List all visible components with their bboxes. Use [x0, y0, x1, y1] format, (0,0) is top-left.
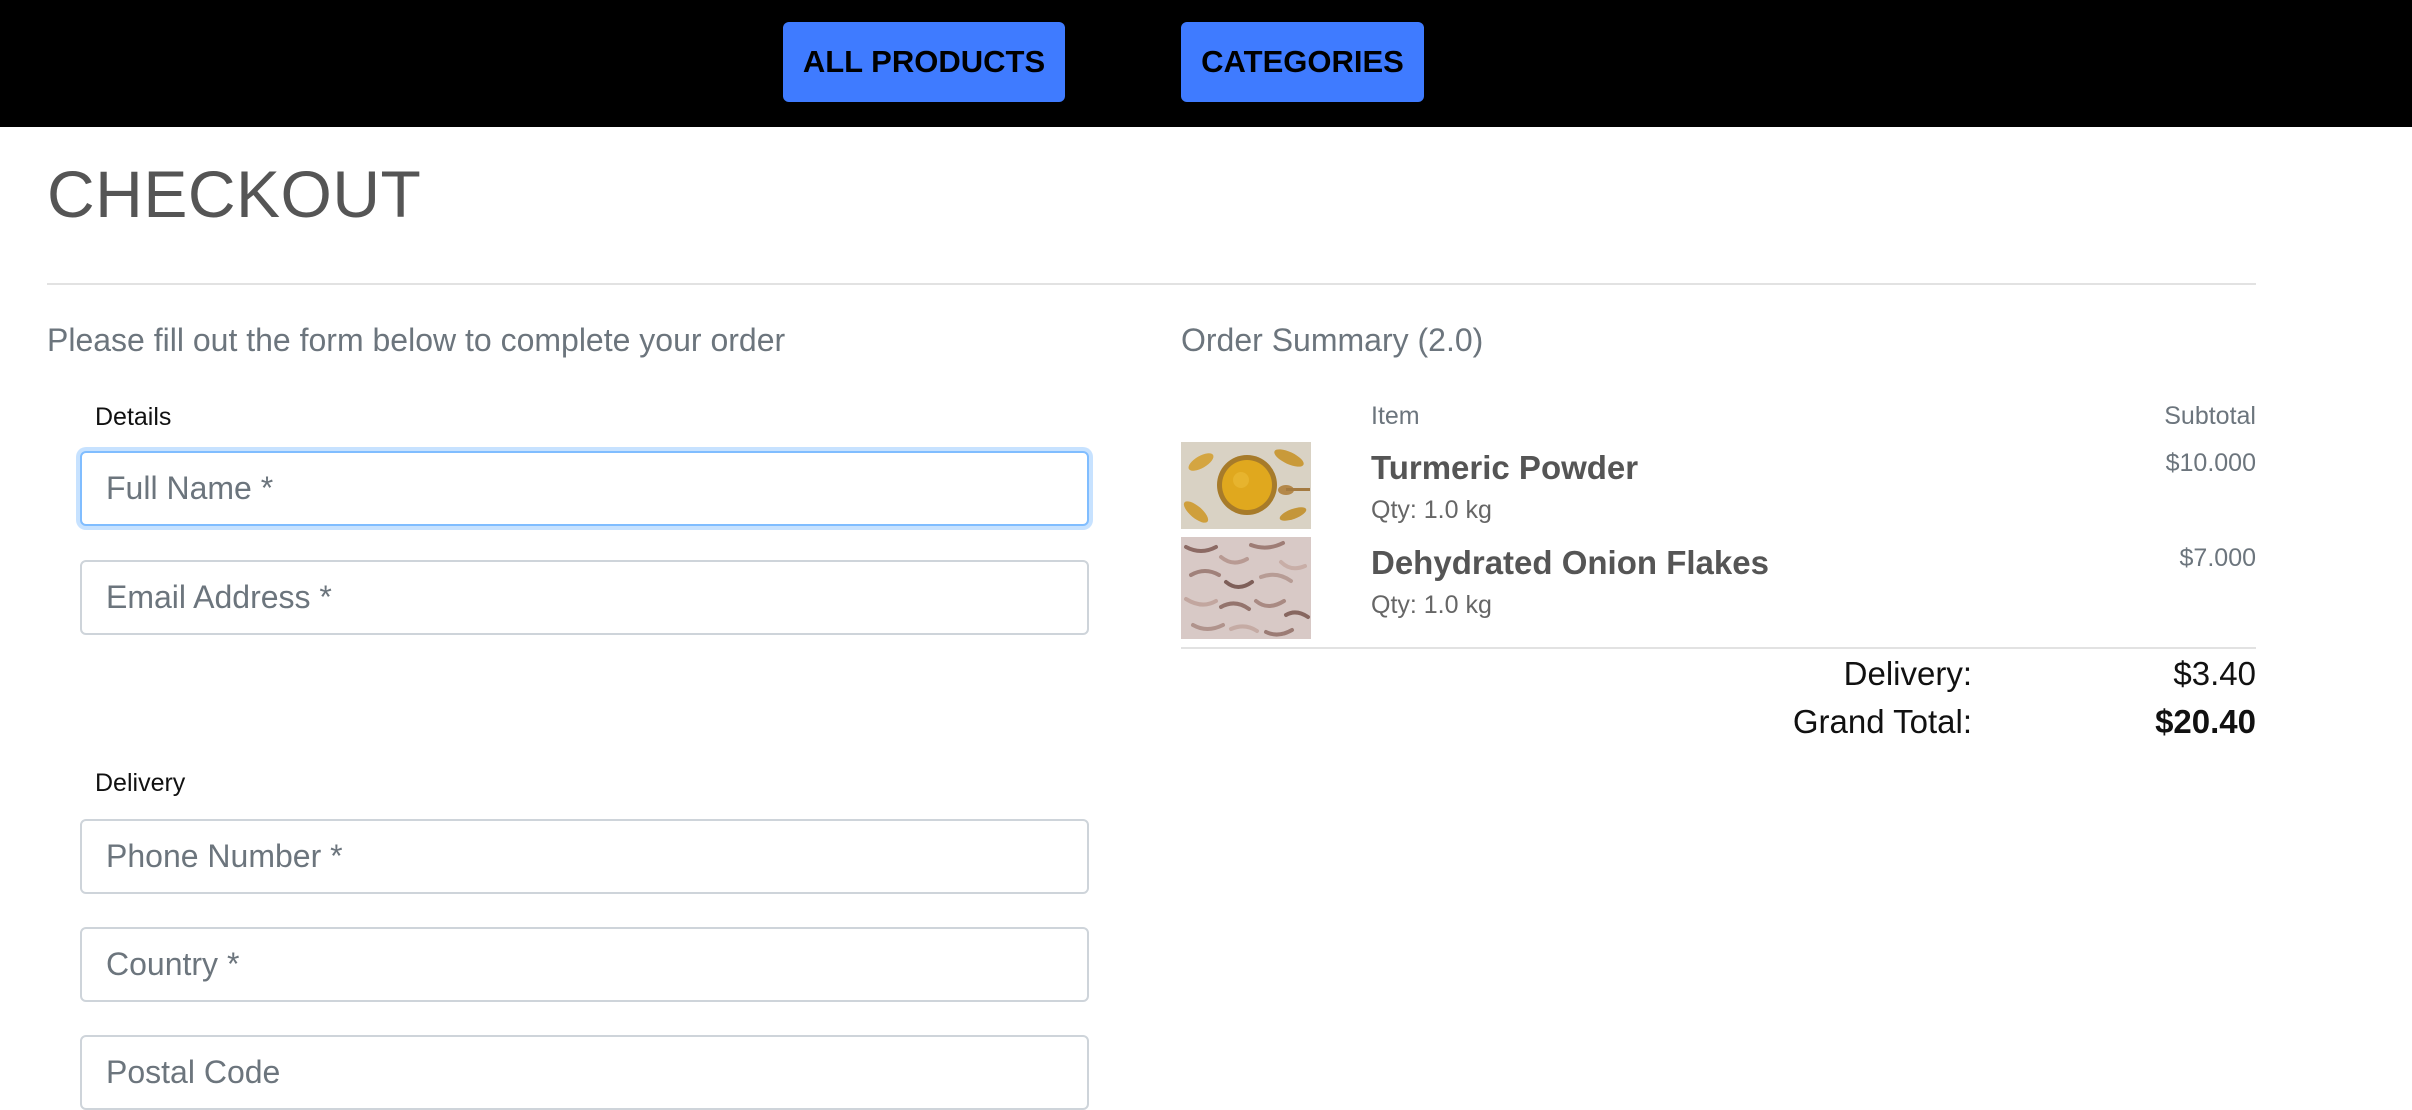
- item-name: Turmeric Powder: [1371, 449, 1639, 486]
- page-title: CHECKOUT: [47, 157, 422, 231]
- subtotal-column-header: Subtotal: [2164, 402, 2256, 430]
- grand-total-label: Grand Total:: [1792, 703, 1972, 740]
- full-name-input[interactable]: [80, 451, 1089, 526]
- categories-button[interactable]: CATEGORIES: [1181, 22, 1424, 102]
- delivery-fee-value: $3.40: [2173, 655, 2256, 692]
- postal-code-input[interactable]: [80, 1035, 1089, 1110]
- delivery-fee-label: Delivery:: [1843, 655, 1972, 692]
- phone-input[interactable]: [80, 819, 1089, 894]
- grand-total-value: $20.40: [2155, 703, 2256, 740]
- item-quantity: Qty: 1.0 kg: [1371, 496, 1492, 524]
- all-products-button[interactable]: ALL PRODUCTS: [783, 22, 1065, 102]
- title-divider: [47, 283, 2256, 285]
- delivery-section-label: Delivery: [95, 769, 186, 797]
- top-navbar: ALL PRODUCTS CATEGORIES: [0, 0, 2412, 127]
- email-input[interactable]: [80, 560, 1089, 635]
- item-quantity: Qty: 1.0 kg: [1371, 591, 1492, 619]
- onion-flakes-image: [1181, 537, 1311, 639]
- form-instructions: Please fill out the form below to comple…: [47, 322, 786, 358]
- details-section-label: Details: [95, 403, 172, 431]
- item-name: Dehydrated Onion Flakes: [1371, 544, 1769, 581]
- turmeric-powder-image: [1181, 442, 1311, 529]
- country-input[interactable]: [80, 927, 1089, 1002]
- summary-divider: [1181, 647, 2256, 649]
- order-summary-title: Order Summary (2.0): [1181, 322, 1484, 358]
- item-subtotal: $7.000: [2179, 544, 2256, 572]
- item-subtotal: $10.000: [2165, 449, 2256, 477]
- item-column-header: Item: [1371, 402, 1420, 430]
